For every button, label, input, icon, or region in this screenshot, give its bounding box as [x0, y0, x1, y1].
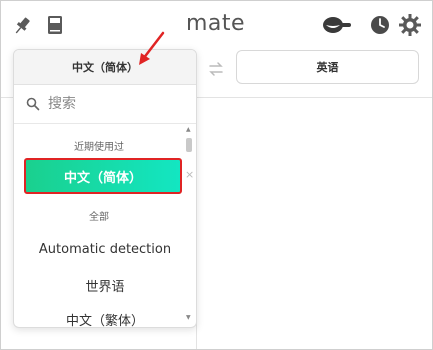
language-item-chinese-traditional[interactable]: 中文（繁体）: [14, 310, 196, 327]
swap-languages-icon[interactable]: [207, 61, 225, 77]
title-bar: mate: [1, 1, 432, 47]
recent-section-label: 近期使用过: [74, 142, 124, 153]
scroll-down-icon[interactable]: ▼: [186, 314, 191, 321]
scroll-thumb[interactable]: [186, 138, 192, 152]
eye-toggle-icon[interactable]: [321, 15, 353, 35]
target-language-label: 英语: [316, 61, 339, 74]
app-title: mate: [186, 11, 246, 36]
recent-language-label: 中文（简体）: [63, 170, 142, 186]
target-language-button[interactable]: 英语: [236, 50, 419, 84]
source-language-dropdown: 中文（简体） 近期使用过 全部 Automatic detection 世界语 …: [13, 49, 197, 328]
recent-language-item-selected[interactable]: 中文（简体）: [24, 158, 182, 194]
language-search-input[interactable]: [48, 93, 178, 115]
gear-icon[interactable]: [398, 13, 422, 37]
pin-icon[interactable]: [11, 15, 33, 37]
app-window: mate 英语 中文（简体） 搜索 近期使用过 全部 Automatic det…: [0, 0, 433, 350]
source-language-label: 中文（简体）: [72, 61, 138, 74]
scroll-up-icon[interactable]: ▲: [186, 126, 191, 133]
language-item-esperanto[interactable]: 世界语: [14, 276, 196, 295]
language-list: 近期使用过 全部 Automatic detection 世界语 中文（繁体）: [14, 124, 184, 327]
annotation-arrow-icon: [139, 31, 165, 65]
book-icon[interactable]: [45, 14, 65, 36]
clock-icon[interactable]: [369, 14, 391, 36]
dropdown-scrollbar[interactable]: ▲ ▼: [184, 124, 194, 327]
language-item-automatic-detection[interactable]: Automatic detection: [14, 242, 196, 257]
search-icon: [26, 97, 40, 111]
all-section-label: 全部: [89, 212, 109, 223]
language-search-row: [14, 85, 196, 124]
